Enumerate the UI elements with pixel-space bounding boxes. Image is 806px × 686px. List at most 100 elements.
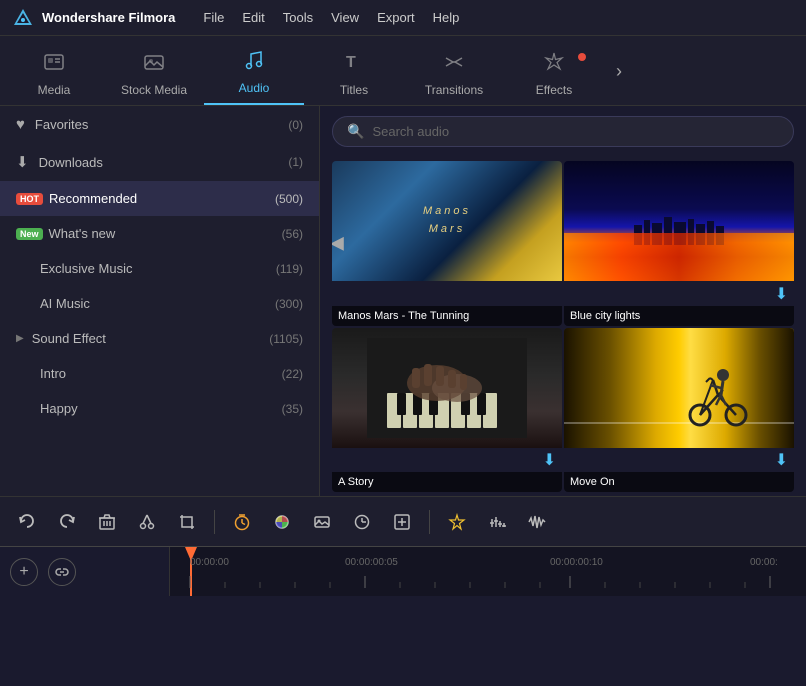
sidebar-item-whats-new[interactable]: New What's new (56) [0, 216, 319, 251]
expand-button[interactable] [385, 505, 419, 539]
image-button[interactable] [305, 505, 339, 539]
downloads-count: (1) [288, 155, 303, 169]
recommended-label: Recommended [49, 191, 275, 206]
media-item-manos-mars[interactable]: ◀ Manos Mars Manos Mars - The Tunning [332, 161, 562, 326]
cut-icon [138, 513, 156, 531]
blue-city-download-icon[interactable]: ⬇ [775, 284, 788, 304]
favorites-count: (0) [288, 118, 303, 132]
menu-tools[interactable]: Tools [283, 10, 313, 25]
move-on-label: Move On [564, 472, 794, 492]
sidebar-item-intro[interactable]: Intro (22) [0, 356, 319, 391]
media-item-a-story[interactable]: ⬇ A Story [332, 328, 562, 493]
ai-music-label: AI Music [40, 296, 275, 311]
sidebar-item-sound-effect[interactable]: ▶ Sound Effect (1105) [0, 321, 319, 356]
tab-media-label: Media [38, 83, 71, 97]
intro-label: Intro [40, 366, 282, 381]
undo-button[interactable] [10, 505, 44, 539]
sidebar-item-recommended[interactable]: HOT Recommended (500) [0, 181, 319, 216]
piano-svg [367, 338, 527, 438]
sidebar-item-happy[interactable]: Happy (35) [0, 391, 319, 426]
main-content: ♥ Favorites (0) ⬇ Downloads (1) HOT Reco… [0, 106, 806, 496]
titles-icon: T [343, 51, 365, 79]
timestamp-1: 00:00:00:05 [345, 557, 398, 568]
exclusive-count: (119) [276, 262, 303, 276]
cut-button[interactable] [130, 505, 164, 539]
nav-tabs: Media Stock Media Audio T Titles [0, 36, 806, 106]
color-button[interactable] [265, 505, 299, 539]
app-logo-icon [12, 7, 34, 29]
crop-button[interactable] [170, 505, 204, 539]
menu-file[interactable]: File [203, 10, 224, 25]
sidebar-item-downloads[interactable]: ⬇ Downloads (1) [0, 143, 319, 181]
tab-transitions[interactable]: Transitions [404, 45, 504, 105]
duration-button[interactable] [345, 505, 379, 539]
manos-mars-thumbnail: Manos Mars [332, 161, 562, 281]
tab-stock-media[interactable]: Stock Media [104, 45, 204, 105]
waveform-icon [528, 513, 546, 531]
effects-icon [543, 51, 565, 79]
downloads-label: Downloads [39, 155, 289, 170]
sidebar-item-ai-music[interactable]: AI Music (300) [0, 286, 319, 321]
menu-edit[interactable]: Edit [242, 10, 264, 25]
content-area: 🔍 ◀ Manos Mars Manos Mars - The Tunning [320, 106, 806, 496]
timeline: + 00:00:00 00:00:00:05 00:00:00:10 00:00… [0, 546, 806, 596]
timer-icon [233, 513, 251, 531]
city-svg [587, 215, 771, 245]
downloads-icon: ⬇ [16, 153, 29, 171]
toolbar-divider-1 [214, 510, 215, 534]
whats-new-label: What's new [49, 226, 282, 241]
redo-button[interactable] [50, 505, 84, 539]
delete-button[interactable] [90, 505, 124, 539]
ruler-ticks-svg [170, 576, 806, 596]
sidebar-item-favorites[interactable]: ♥ Favorites (0) [0, 106, 319, 143]
tab-titles[interactable]: T Titles [304, 45, 404, 105]
redo-icon [58, 513, 76, 531]
menu-view[interactable]: View [331, 10, 359, 25]
sound-effect-count: (1105) [269, 332, 303, 346]
timeline-add-button[interactable]: + [10, 558, 38, 586]
tab-stock-media-label: Stock Media [121, 83, 187, 97]
tab-audio[interactable]: Audio [204, 45, 304, 105]
blue-city-label: Blue city lights [564, 306, 794, 326]
tab-effects[interactable]: Effects [504, 45, 604, 105]
tab-media[interactable]: Media [4, 45, 104, 105]
happy-count: (35) [282, 402, 303, 416]
undo-icon [18, 513, 36, 531]
happy-label: Happy [40, 401, 282, 416]
sticker-icon [448, 513, 466, 531]
menu-export[interactable]: Export [377, 10, 415, 25]
sticker-button[interactable] [440, 505, 474, 539]
sound-effect-expand-icon: ▶ [16, 333, 24, 344]
audio-icon [243, 49, 265, 77]
prev-arrow[interactable]: ◀ [332, 233, 344, 254]
sidebar-item-exclusive[interactable]: Exclusive Music (119) [0, 251, 319, 286]
timer-button[interactable] [225, 505, 259, 539]
a-story-thumbnail [332, 328, 562, 448]
menu-help[interactable]: Help [433, 10, 460, 25]
timeline-link-button[interactable] [48, 558, 76, 586]
timestamp-0: 00:00:00 [190, 557, 229, 568]
search-input[interactable] [372, 124, 779, 139]
media-item-blue-city[interactable]: ⬇ Blue city lights [564, 161, 794, 326]
delete-icon [98, 513, 116, 531]
app-name: Wondershare Filmora [42, 10, 175, 25]
intro-count: (22) [282, 367, 303, 381]
image-icon [313, 513, 331, 531]
audio-eq-button[interactable] [480, 505, 514, 539]
hot-badge: HOT [16, 193, 43, 205]
a-story-download-icon[interactable]: ⬇ [543, 450, 556, 470]
media-item-move-on[interactable]: ⬇ Move On [564, 328, 794, 493]
waveform-button[interactable] [520, 505, 554, 539]
timestamp-3: 00:00: [750, 557, 778, 568]
move-on-download-icon[interactable]: ⬇ [775, 450, 788, 470]
new-badge: New [16, 228, 43, 240]
tab-effects-label: Effects [536, 83, 572, 97]
tab-more-button[interactable]: › [604, 45, 634, 105]
move-on-thumbnail [564, 328, 794, 448]
favorites-label: Favorites [35, 117, 288, 132]
link-icon [55, 565, 69, 579]
effects-notification-dot [578, 53, 586, 61]
toolbar-divider-2 [429, 510, 430, 534]
duration-icon [353, 513, 371, 531]
favorites-icon: ♥ [16, 116, 25, 133]
